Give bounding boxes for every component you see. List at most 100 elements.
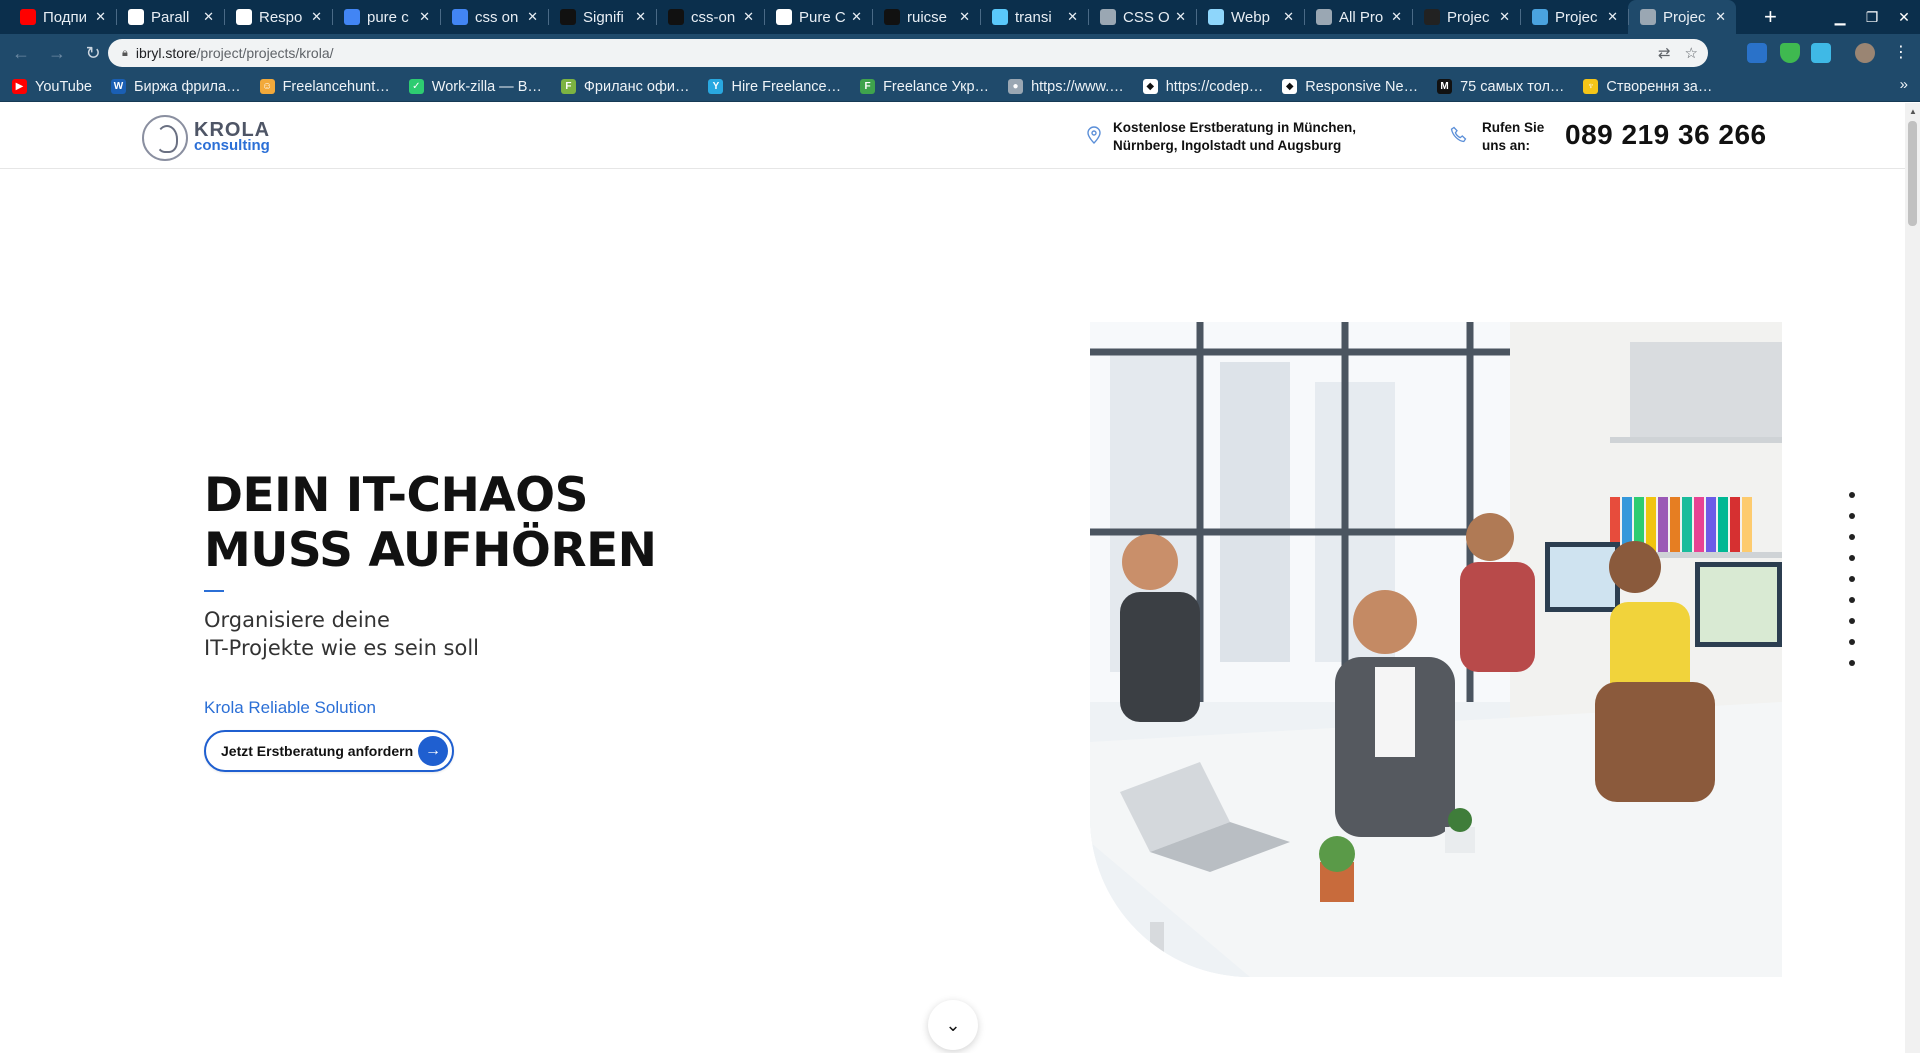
close-tab-icon[interactable]: ✕: [1715, 9, 1726, 25]
bookmark-item[interactable]: ☺ Freelancehunt…: [259, 79, 390, 95]
profile-avatar[interactable]: [1855, 43, 1875, 63]
image-icon: [1532, 9, 1548, 25]
bookmark-item[interactable]: ◆ Responsive Ne…: [1282, 79, 1418, 95]
tab-title: pure c: [367, 8, 409, 26]
phone-number-link[interactable]: 089 219 36 266: [1565, 119, 1767, 151]
bookmarks-bar: ▶ YouTube W Биржа фрила… ☺ Freelancehunt… ✓ Wor…: [0, 72, 1920, 102]
browser-tab[interactable]: CSS O ✕: [1088, 0, 1196, 34]
close-tab-icon[interactable]: ✕: [311, 9, 322, 25]
bookmark-favicon-icon: M: [1437, 79, 1453, 94]
hero-title: DEIN IT-CHAOS MUSS AUFHÖREN: [204, 468, 657, 578]
browser-tab[interactable]: pure c ✕: [332, 0, 440, 34]
bookmark-label: Hire Freelance…: [731, 78, 842, 95]
close-tab-icon[interactable]: ✕: [1175, 9, 1186, 25]
logo-title: KROLA: [194, 119, 271, 141]
close-tab-icon[interactable]: ✕: [203, 9, 214, 25]
close-tab-icon[interactable]: ✕: [1607, 9, 1618, 25]
close-tab-icon[interactable]: ✕: [635, 9, 646, 25]
tab-title: Signifi: [583, 8, 624, 26]
browser-tab[interactable]: Подпи ✕: [8, 0, 116, 34]
browser-tab[interactable]: Webp ✕: [1196, 0, 1304, 34]
chevron-down-icon: ⌄: [945, 1014, 961, 1035]
new-tab-button[interactable]: +: [1764, 4, 1777, 30]
bookmark-item[interactable]: ▶ YouTube: [12, 79, 92, 95]
pagination-dot[interactable]: [1849, 513, 1855, 519]
lock-icon[interactable]: 🔒︎: [122, 47, 128, 60]
globe-icon: [1316, 9, 1332, 25]
address-bar[interactable]: 🔒︎ ibryl.store/project/projects/krola/ ⇄…: [108, 39, 1708, 67]
minimize-icon[interactable]: ▁: [1824, 9, 1856, 26]
consultation-request-button[interactable]: Jetzt Erstberatung anfordern →: [204, 730, 454, 772]
bookmark-item[interactable]: F Фриланс офи…: [560, 78, 690, 95]
browser-tab[interactable]: Parall ✕: [116, 0, 224, 34]
location-pin-icon: [1087, 126, 1101, 144]
tab-title: css-on: [691, 8, 736, 26]
pagination-dot[interactable]: [1849, 660, 1855, 666]
bookmarks-more-icon[interactable]: »: [1900, 76, 1908, 93]
bookmark-item[interactable]: ♆ Створення за…: [1583, 79, 1712, 95]
bookmark-item[interactable]: F Freelance Укр…: [860, 79, 989, 95]
close-tab-icon[interactable]: ✕: [419, 9, 430, 25]
close-window-icon[interactable]: ✕: [1888, 9, 1920, 26]
pagination-dot[interactable]: [1849, 618, 1855, 624]
bookmark-item[interactable]: ◆ https://codep…: [1142, 79, 1263, 95]
bookmark-favicon-icon: F: [560, 79, 576, 94]
extension-translate-icon[interactable]: [1747, 43, 1767, 63]
browser-menu-icon[interactable]: ⋮: [1893, 42, 1909, 62]
pagination-dot[interactable]: [1849, 492, 1855, 498]
close-tab-icon[interactable]: ✕: [743, 9, 754, 25]
close-tab-icon[interactable]: ✕: [959, 9, 970, 25]
location-info: Kostenlose Erstberatung in München, Nürn…: [1087, 119, 1373, 155]
logo-mark-icon: [142, 115, 188, 161]
bookmark-item[interactable]: M 75 самых тол…: [1437, 79, 1564, 95]
pagination-dot[interactable]: [1849, 534, 1855, 540]
pagination-dot[interactable]: [1849, 576, 1855, 582]
close-tab-icon[interactable]: ✕: [527, 9, 538, 25]
bookmark-item[interactable]: W Биржа фрила…: [110, 79, 241, 95]
logo[interactable]: KROLA consulting: [142, 115, 270, 161]
pagination-dot[interactable]: [1849, 597, 1855, 603]
browser-tab[interactable]: Respo ✕: [224, 0, 332, 34]
scroll-up-arrow-icon[interactable]: ▲: [1909, 107, 1917, 116]
browser-tab[interactable]: Projec ✕: [1628, 0, 1736, 34]
scroll-down-button[interactable]: ⌄: [928, 1000, 978, 1050]
brand-tagline: Krola Reliable Solution: [204, 698, 376, 717]
close-tab-icon[interactable]: ✕: [1067, 9, 1078, 25]
bookmark-label: https://www.…: [1031, 78, 1124, 95]
bookmark-item[interactable]: Y Hire Freelance…: [708, 79, 841, 95]
browser-tab[interactable]: All Pro ✕: [1304, 0, 1412, 34]
forward-icon[interactable]: →: [42, 43, 72, 64]
bookmark-favicon-icon: W: [110, 79, 126, 94]
page-icon: [992, 9, 1008, 25]
bookmark-item[interactable]: ✓ Work-zilla — В…: [408, 79, 542, 95]
translate-icon[interactable]: ⇄: [1658, 44, 1671, 62]
browser-tab[interactable]: Projec ✕: [1412, 0, 1520, 34]
close-tab-icon[interactable]: ✕: [851, 9, 862, 25]
extension-shield-icon[interactable]: [1780, 43, 1800, 63]
bookmark-item[interactable]: ● https://www.…: [1008, 79, 1124, 95]
browser-tab[interactable]: css on ✕: [440, 0, 548, 34]
browser-tab[interactable]: Pure C ✕: [764, 0, 872, 34]
browser-tab[interactable]: transi ✕: [980, 0, 1088, 34]
hero-title-line-2: MUSS AUFHÖREN: [204, 523, 657, 578]
back-icon[interactable]: ←: [6, 43, 36, 64]
browser-tab[interactable]: Signifi ✕: [548, 0, 656, 34]
accent-divider: [204, 590, 224, 592]
bookmark-favicon-icon: ▶: [12, 79, 27, 94]
pagination-dot[interactable]: [1849, 555, 1855, 561]
close-tab-icon[interactable]: ✕: [1391, 9, 1402, 25]
close-tab-icon[interactable]: ✕: [1499, 9, 1510, 25]
browser-tab[interactable]: ruicse ✕: [872, 0, 980, 34]
bookmark-star-icon[interactable]: ☆: [1685, 44, 1698, 62]
reload-icon[interactable]: ↻: [78, 43, 108, 64]
browser-tab[interactable]: css-on ✕: [656, 0, 764, 34]
close-tab-icon[interactable]: ✕: [1283, 9, 1294, 25]
browser-tab[interactable]: Projec ✕: [1520, 0, 1628, 34]
scrollbar-thumb[interactable]: [1908, 121, 1917, 226]
bookmark-label: Фриланс офи…: [583, 78, 690, 95]
pagination-dot[interactable]: [1849, 639, 1855, 645]
restore-icon[interactable]: ❐: [1856, 9, 1888, 26]
close-tab-icon[interactable]: ✕: [95, 9, 106, 25]
page-scrollbar[interactable]: ▲: [1905, 103, 1920, 1053]
extension-app-icon[interactable]: [1811, 43, 1831, 63]
